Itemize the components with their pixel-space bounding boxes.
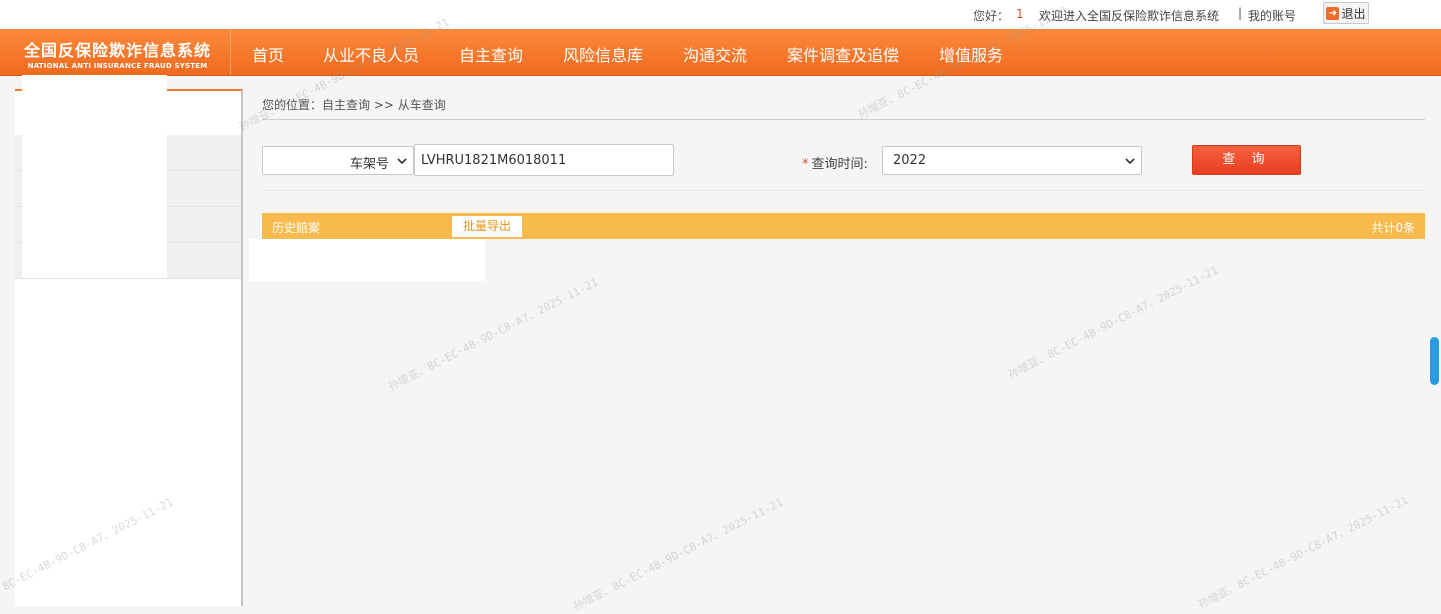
welcome-text: 欢迎进入全国反保险欺诈信息系统 — [1039, 9, 1220, 23]
query-year-select[interactable]: 2022 — [882, 146, 1142, 175]
nav-bad-practitioners[interactable]: 从业不良人员 — [323, 42, 419, 66]
username: 1 — [1016, 7, 1024, 21]
brand-title-cn: 全国反保险欺诈信息系统 — [23, 41, 211, 60]
nav-risk-database[interactable]: 风险信息库 — [563, 42, 643, 66]
left-sidebar — [15, 75, 243, 606]
breadcrumb: 您的位置：自主查询 >> 从车查询 — [262, 98, 446, 112]
logout-label: 退出 — [1341, 6, 1366, 21]
nav-case-investigation[interactable]: 案件调查及追偿 — [787, 42, 899, 66]
scrollbar-thumb[interactable] — [1430, 337, 1439, 385]
greeting-text: 您好： — [973, 9, 1010, 23]
main-nav-bar: 全国反保险欺诈信息系统 NATIONAL ANTI INSURANCE FRAU… — [0, 29, 1441, 76]
results-count: 共计0条 — [1371, 221, 1415, 235]
batch-export-button[interactable]: 批量导出 — [452, 216, 522, 237]
nav-communication[interactable]: 沟通交流 — [683, 42, 747, 66]
results-title: 历史赔案 — [272, 221, 321, 235]
brand-logo[interactable]: 全国反保险欺诈信息系统 NATIONAL ANTI INSURANCE FRAU… — [5, 29, 231, 75]
watermark: 孙增亚、8C-EC-4B-9D-C8-A7、2025-11-21 — [570, 495, 786, 614]
divider: | — [1238, 6, 1243, 20]
logout-button[interactable]: ➜ 退出 — [1323, 2, 1369, 24]
divider — [262, 119, 1425, 120]
divider — [262, 190, 1425, 191]
chevron-down-icon — [397, 158, 407, 165]
required-mark: * — [802, 157, 809, 172]
vin-input[interactable] — [414, 144, 674, 176]
watermark: 孙增亚、8C-EC-4B-9D-C8-A7、2025-11-21 — [1195, 493, 1411, 612]
results-header: 历史赔案 批量导出 共计0条 — [262, 213, 1425, 239]
query-time-label: * 查询时间: — [802, 153, 868, 172]
top-utility-bar: 您好： 1 欢迎进入全国反保险欺诈信息系统 | 我的账号 ➜ 退出 — [0, 0, 1441, 29]
watermark: 孙增亚、8C-EC-4B-9D-C8-A7、2025-11-21 — [1005, 263, 1221, 382]
nav-self-query[interactable]: 自主查询 — [459, 42, 523, 66]
query-year-value: 2022 — [893, 153, 927, 168]
query-time-label-text: 查询时间: — [811, 157, 868, 172]
redacted-area — [249, 239, 485, 281]
nav-value-added-services[interactable]: 增值服务 — [939, 42, 1003, 66]
watermark: 孙增亚、8C-EC-4B-9D-C8-A7、2025-11-21 — [385, 275, 601, 394]
sidebar-redacted-area — [22, 75, 167, 278]
query-type-select[interactable]: 车架号 — [262, 146, 414, 175]
brand-title-en: NATIONAL ANTI INSURANCE FRAUD SYSTEM — [27, 62, 208, 70]
chevron-down-icon — [1125, 158, 1135, 165]
exit-arrow-icon: ➜ — [1326, 6, 1340, 20]
query-button[interactable]: 查 询 — [1192, 145, 1301, 175]
query-type-value: 车架号 — [349, 157, 389, 172]
nav-home[interactable]: 首页 — [252, 42, 284, 66]
my-account-link[interactable]: 我的账号 — [1248, 7, 1296, 24]
